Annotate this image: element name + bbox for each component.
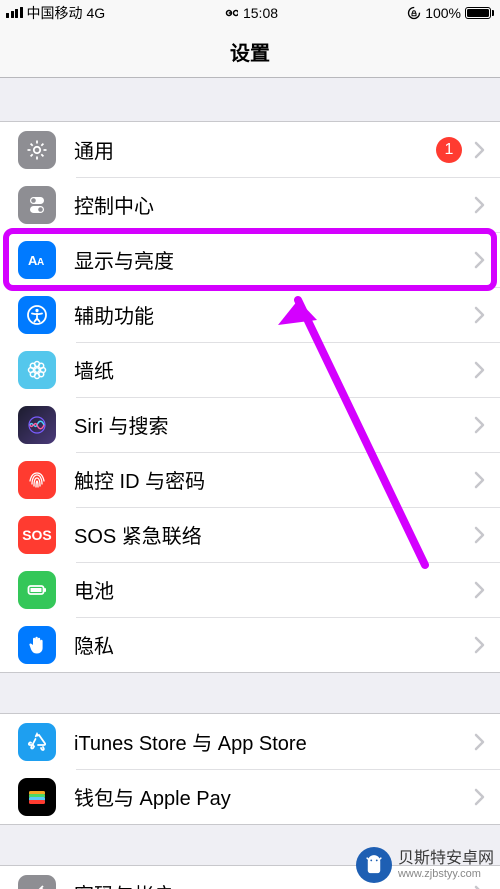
flower-icon	[18, 351, 56, 389]
chevron-right-icon	[474, 361, 486, 379]
row-label: 墙纸	[74, 355, 474, 384]
gear-icon	[18, 131, 56, 169]
row-label: iTunes Store 与 App Store	[74, 727, 474, 756]
row-label: 显示与亮度	[74, 245, 474, 274]
siri-icon	[18, 406, 56, 444]
row-label: 控制中心	[74, 190, 474, 219]
wallet-icon	[18, 778, 56, 816]
row-privacy[interactable]: 隐私	[0, 617, 500, 672]
chevron-right-icon	[474, 733, 486, 751]
carrier-label: 中国移动	[27, 3, 83, 23]
row-label: Siri 与搜索	[74, 410, 474, 439]
row-itunes-appstore[interactable]: iTunes Store 与 App Store	[0, 714, 500, 769]
settings-group-1: 通用 1 控制中心 AA 显示与亮度 辅助功能	[0, 121, 500, 673]
row-accessibility[interactable]: 辅助功能	[0, 287, 500, 342]
row-touchid-passcode[interactable]: 触控 ID 与密码	[0, 452, 500, 507]
chevron-right-icon	[474, 251, 486, 269]
hotspot-icon	[222, 8, 238, 18]
row-wallet-applepay[interactable]: 钱包与 Apple Pay	[0, 769, 500, 824]
row-label: 钱包与 Apple Pay	[74, 782, 474, 811]
nav-bar: 设置	[0, 25, 500, 78]
chevron-right-icon	[474, 788, 486, 806]
chevron-right-icon	[474, 306, 486, 324]
clock-label: 15:08	[243, 5, 278, 21]
network-label: 4G	[87, 5, 106, 21]
watermark: 贝斯特安卓网 www.zjbstyy.com	[356, 847, 494, 883]
chevron-right-icon	[474, 581, 486, 599]
settings-group-2: iTunes Store 与 App Store 钱包与 Apple Pay	[0, 713, 500, 825]
orientation-lock-icon	[407, 6, 421, 20]
notification-badge: 1	[436, 137, 462, 163]
key-icon	[18, 875, 56, 889]
battery-icon	[18, 571, 56, 609]
row-label: 辅助功能	[74, 300, 474, 329]
appstore-icon	[18, 723, 56, 761]
watermark-url: www.zjbstyy.com	[398, 868, 494, 880]
row-general[interactable]: 通用 1	[0, 122, 500, 177]
row-label: 电池	[74, 575, 474, 604]
chevron-right-icon	[474, 471, 486, 489]
battery-icon	[465, 7, 494, 19]
row-siri-search[interactable]: Siri 与搜索	[0, 397, 500, 452]
hand-icon	[18, 626, 56, 664]
chevron-right-icon	[474, 416, 486, 434]
text-size-icon: AA	[18, 241, 56, 279]
status-bar: 中国移动 4G 15:08 100%	[0, 0, 500, 25]
accessibility-icon	[18, 296, 56, 334]
chevron-right-icon	[474, 636, 486, 654]
section-gap	[0, 673, 500, 713]
row-label: 通用	[74, 135, 436, 164]
row-sos[interactable]: SOS SOS 紧急联络	[0, 507, 500, 562]
svg-text:A: A	[37, 257, 44, 268]
chevron-right-icon	[474, 885, 486, 889]
watermark-title: 贝斯特安卓网	[398, 850, 494, 868]
page-title: 设置	[230, 37, 270, 66]
chevron-right-icon	[474, 196, 486, 214]
row-control-center[interactable]: 控制中心	[0, 177, 500, 232]
signal-icon	[6, 7, 23, 18]
row-label: 隐私	[74, 630, 474, 659]
row-label: 触控 ID 与密码	[74, 465, 474, 494]
battery-pct-label: 100%	[425, 5, 461, 21]
sos-icon: SOS	[18, 516, 56, 554]
fingerprint-icon	[18, 461, 56, 499]
row-display-brightness[interactable]: AA 显示与亮度	[0, 232, 500, 287]
watermark-logo-icon	[356, 847, 392, 883]
chevron-right-icon	[474, 141, 486, 159]
sliders-icon	[18, 186, 56, 224]
row-label: SOS 紧急联络	[74, 520, 474, 549]
row-wallpaper[interactable]: 墙纸	[0, 342, 500, 397]
row-battery[interactable]: 电池	[0, 562, 500, 617]
chevron-right-icon	[474, 526, 486, 544]
section-gap	[0, 78, 500, 121]
